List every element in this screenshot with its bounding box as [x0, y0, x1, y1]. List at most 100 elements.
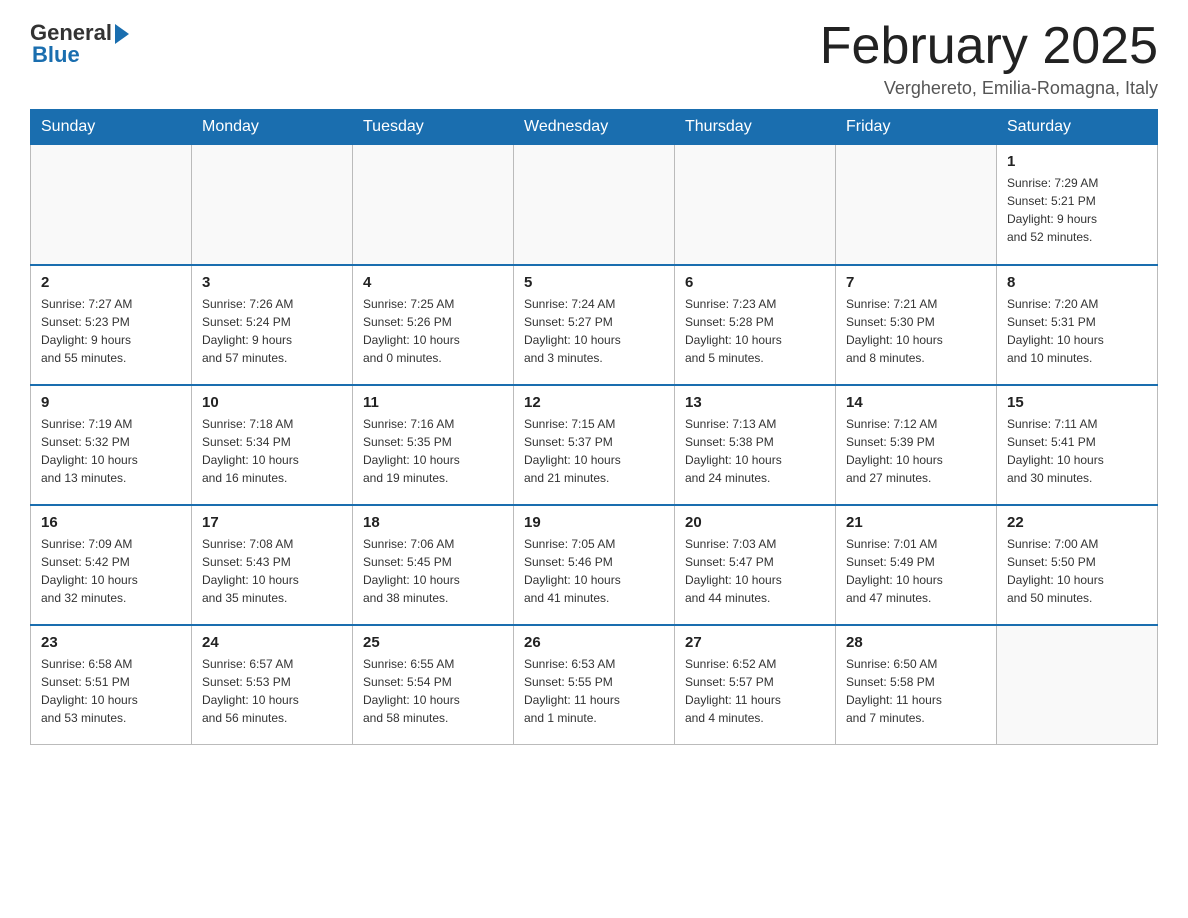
day-number: 25 [363, 634, 503, 651]
calendar-week-row: 2 Sunrise: 7:27 AM Sunset: 5:23 PM Daylig… [31, 265, 1158, 385]
calendar-cell: 19Sunrise: 7:05 AM Sunset: 5:46 PM Dayli… [514, 505, 675, 625]
day-info: Sunrise: 7:15 AM Sunset: 5:37 PM Dayligh… [524, 415, 664, 487]
day-number: 22 [1007, 514, 1147, 531]
calendar-cell: 12 Sunrise: 7:15 AM Sunset: 5:37 PM Dayli… [514, 385, 675, 505]
calendar-cell [353, 145, 514, 265]
day-info: Sunrise: 7:25 AM Sunset: 5:26 PM Dayligh… [363, 295, 503, 367]
title-block: February 2025 Verghereto, Emilia-Romagna… [820, 20, 1158, 99]
day-info: Sunrise: 7:21 AM Sunset: 5:30 PM Dayligh… [846, 295, 986, 367]
day-number: 21 [846, 514, 986, 531]
day-number: 14 [846, 394, 986, 411]
day-number: 24 [202, 634, 342, 651]
calendar-cell: 17 Sunrise: 7:08 AM Sunset: 5:43 PM Dayli… [192, 505, 353, 625]
calendar-cell: 26Sunrise: 6:53 AM Sunset: 5:55 PM Dayli… [514, 625, 675, 745]
calendar-header-row: SundayMondayTuesdayWednesdayThursdayFrid… [31, 110, 1158, 145]
day-info: Sunrise: 6:55 AM Sunset: 5:54 PM Dayligh… [363, 655, 503, 727]
calendar-cell: 16Sunrise: 7:09 AM Sunset: 5:42 PM Dayli… [31, 505, 192, 625]
logo-blue-text: Blue [30, 42, 80, 68]
day-number: 9 [41, 394, 181, 411]
calendar-cell: 2 Sunrise: 7:27 AM Sunset: 5:23 PM Daylig… [31, 265, 192, 385]
calendar-week-row: 23 Sunrise: 6:58 AM Sunset: 5:51 PM Dayli… [31, 625, 1158, 745]
logo: General Blue [30, 20, 129, 68]
day-info: Sunrise: 6:52 AM Sunset: 5:57 PM Dayligh… [685, 655, 825, 727]
calendar-cell [192, 145, 353, 265]
calendar-cell: 20 Sunrise: 7:03 AM Sunset: 5:47 PM Dayli… [675, 505, 836, 625]
month-title: February 2025 [820, 20, 1158, 72]
day-info: Sunrise: 7:23 AM Sunset: 5:28 PM Dayligh… [685, 295, 825, 367]
calendar-cell: 24Sunrise: 6:57 AM Sunset: 5:53 PM Dayli… [192, 625, 353, 745]
calendar-cell: 21 Sunrise: 7:01 AM Sunset: 5:49 PM Dayli… [836, 505, 997, 625]
logo-arrow-icon [115, 24, 129, 44]
day-info: Sunrise: 7:24 AM Sunset: 5:27 PM Dayligh… [524, 295, 664, 367]
calendar-cell: 3 Sunrise: 7:26 AM Sunset: 5:24 PM Daylig… [192, 265, 353, 385]
day-number: 3 [202, 274, 342, 291]
calendar-table: SundayMondayTuesdayWednesdayThursdayFrid… [30, 109, 1158, 745]
day-number: 7 [846, 274, 986, 291]
day-number: 17 [202, 514, 342, 531]
day-info: Sunrise: 7:26 AM Sunset: 5:24 PM Dayligh… [202, 295, 342, 367]
calendar-week-row: 9 Sunrise: 7:19 AM Sunset: 5:32 PM Daylig… [31, 385, 1158, 505]
calendar-cell [675, 145, 836, 265]
calendar-cell [836, 145, 997, 265]
day-number: 13 [685, 394, 825, 411]
day-info: Sunrise: 7:06 AM Sunset: 5:45 PM Dayligh… [363, 535, 503, 607]
calendar-cell: 4 Sunrise: 7:25 AM Sunset: 5:26 PM Daylig… [353, 265, 514, 385]
day-number: 15 [1007, 394, 1147, 411]
day-number: 23 [41, 634, 181, 651]
day-number: 8 [1007, 274, 1147, 291]
calendar-cell: 1 Sunrise: 7:29 AM Sunset: 5:21 PM Daylig… [997, 145, 1158, 265]
calendar-cell: 13 Sunrise: 7:13 AM Sunset: 5:38 PM Dayli… [675, 385, 836, 505]
day-info: Sunrise: 7:18 AM Sunset: 5:34 PM Dayligh… [202, 415, 342, 487]
calendar-cell: 25 Sunrise: 6:55 AM Sunset: 5:54 PM Dayli… [353, 625, 514, 745]
day-info: Sunrise: 7:01 AM Sunset: 5:49 PM Dayligh… [846, 535, 986, 607]
calendar-cell [514, 145, 675, 265]
calendar-cell: 6 Sunrise: 7:23 AM Sunset: 5:28 PM Daylig… [675, 265, 836, 385]
calendar-cell: 14 Sunrise: 7:12 AM Sunset: 5:39 PM Dayli… [836, 385, 997, 505]
day-info: Sunrise: 6:58 AM Sunset: 5:51 PM Dayligh… [41, 655, 181, 727]
day-info: Sunrise: 7:03 AM Sunset: 5:47 PM Dayligh… [685, 535, 825, 607]
day-info: Sunrise: 7:13 AM Sunset: 5:38 PM Dayligh… [685, 415, 825, 487]
page-header: General Blue February 2025 Verghereto, E… [30, 20, 1158, 99]
calendar-cell: 27 Sunrise: 6:52 AM Sunset: 5:57 PM Dayli… [675, 625, 836, 745]
calendar-header-friday: Friday [836, 110, 997, 145]
day-number: 4 [363, 274, 503, 291]
calendar-cell: 15 Sunrise: 7:11 AM Sunset: 5:41 PM Dayli… [997, 385, 1158, 505]
day-number: 20 [685, 514, 825, 531]
day-number: 11 [363, 394, 503, 411]
day-info: Sunrise: 7:00 AM Sunset: 5:50 PM Dayligh… [1007, 535, 1147, 607]
calendar-header-sunday: Sunday [31, 110, 192, 145]
calendar-cell: 23 Sunrise: 6:58 AM Sunset: 5:51 PM Dayli… [31, 625, 192, 745]
day-number: 16 [41, 514, 181, 531]
day-number: 10 [202, 394, 342, 411]
calendar-header-monday: Monday [192, 110, 353, 145]
day-info: Sunrise: 7:11 AM Sunset: 5:41 PM Dayligh… [1007, 415, 1147, 487]
calendar-header-wednesday: Wednesday [514, 110, 675, 145]
calendar-cell: 18Sunrise: 7:06 AM Sunset: 5:45 PM Dayli… [353, 505, 514, 625]
day-info: Sunrise: 7:12 AM Sunset: 5:39 PM Dayligh… [846, 415, 986, 487]
day-info: Sunrise: 7:29 AM Sunset: 5:21 PM Dayligh… [1007, 174, 1147, 246]
day-number: 6 [685, 274, 825, 291]
day-info: Sunrise: 7:08 AM Sunset: 5:43 PM Dayligh… [202, 535, 342, 607]
calendar-cell [31, 145, 192, 265]
day-info: Sunrise: 6:53 AM Sunset: 5:55 PM Dayligh… [524, 655, 664, 727]
calendar-cell: 11 Sunrise: 7:16 AM Sunset: 5:35 PM Dayli… [353, 385, 514, 505]
calendar-cell [997, 625, 1158, 745]
day-info: Sunrise: 6:50 AM Sunset: 5:58 PM Dayligh… [846, 655, 986, 727]
calendar-header-thursday: Thursday [675, 110, 836, 145]
calendar-cell: 7 Sunrise: 7:21 AM Sunset: 5:30 PM Daylig… [836, 265, 997, 385]
calendar-week-row: 16Sunrise: 7:09 AM Sunset: 5:42 PM Dayli… [31, 505, 1158, 625]
calendar-header-tuesday: Tuesday [353, 110, 514, 145]
calendar-cell: 5Sunrise: 7:24 AM Sunset: 5:27 PM Daylig… [514, 265, 675, 385]
calendar-cell: 28Sunrise: 6:50 AM Sunset: 5:58 PM Dayli… [836, 625, 997, 745]
day-number: 27 [685, 634, 825, 651]
day-number: 12 [524, 394, 664, 411]
day-number: 2 [41, 274, 181, 291]
calendar-cell: 22 Sunrise: 7:00 AM Sunset: 5:50 PM Dayli… [997, 505, 1158, 625]
location-subtitle: Verghereto, Emilia-Romagna, Italy [820, 78, 1158, 99]
calendar-cell: 8 Sunrise: 7:20 AM Sunset: 5:31 PM Daylig… [997, 265, 1158, 385]
day-number: 1 [1007, 153, 1147, 170]
day-info: Sunrise: 7:16 AM Sunset: 5:35 PM Dayligh… [363, 415, 503, 487]
day-info: Sunrise: 7:20 AM Sunset: 5:31 PM Dayligh… [1007, 295, 1147, 367]
day-info: Sunrise: 7:19 AM Sunset: 5:32 PM Dayligh… [41, 415, 181, 487]
day-info: Sunrise: 7:27 AM Sunset: 5:23 PM Dayligh… [41, 295, 181, 367]
